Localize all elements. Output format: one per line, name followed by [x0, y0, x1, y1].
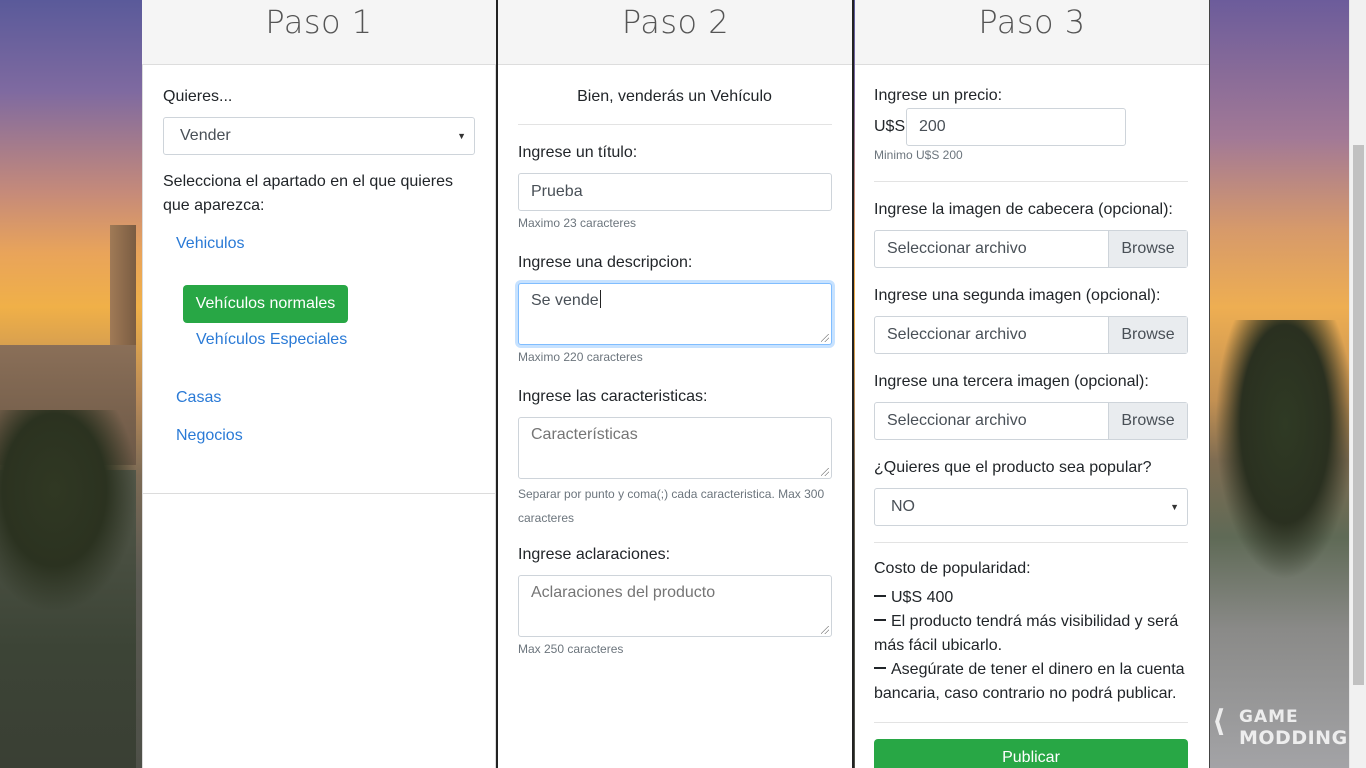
chevron-down-icon: ▼	[1170, 502, 1179, 512]
divider	[518, 124, 832, 125]
image2-label: Ingrese una segunda imagen (opcional):	[874, 287, 1161, 304]
category-negocios-link[interactable]: Negocios	[176, 427, 243, 445]
step1-header: Paso 1	[142, 0, 496, 65]
file-placeholder: Seleccionar archivo	[887, 326, 1027, 343]
cost-label: Costo de popularidad:	[874, 560, 1031, 577]
category-casas-link[interactable]: Casas	[176, 389, 221, 407]
description-label: Ingrese una descripcion:	[518, 254, 693, 271]
step1-title: Paso 1	[265, 3, 373, 41]
background-building	[110, 225, 136, 425]
watermark-text: GAME	[1239, 707, 1299, 727]
title-label: Ingrese un título:	[518, 144, 638, 161]
background-tree	[0, 410, 136, 610]
panel-divider	[142, 493, 496, 494]
features-textarea[interactable]: Características	[518, 417, 832, 479]
publish-button[interactable]: Publicar	[874, 739, 1188, 768]
dash-icon	[874, 595, 886, 597]
image2-file-input[interactable]: Seleccionar archivo Browse	[874, 316, 1188, 354]
browse-button[interactable]: Browse	[1108, 231, 1187, 267]
browse-button[interactable]: Browse	[1108, 403, 1187, 439]
notes-textarea[interactable]: Aclaraciones del producto	[518, 575, 832, 637]
divider	[874, 722, 1188, 723]
notes-label: Ingrese aclaraciones:	[518, 546, 671, 563]
scrollbar[interactable]	[1349, 0, 1366, 768]
background-ground	[0, 470, 136, 768]
scrollbar-thumb[interactable]	[1353, 145, 1364, 685]
step1-panel: Paso 1 Quieres... Vender ▼ Selecciona el…	[136, 0, 496, 768]
cost-line-warning: Asegúrate de tener el dinero en la cuent…	[874, 661, 1185, 702]
image1-label: Ingrese la imagen de cabecera (opcional)…	[874, 201, 1173, 218]
category-vehiculos-link[interactable]: Vehiculos	[176, 235, 245, 253]
description-textarea[interactable]: Se vende	[518, 283, 832, 345]
title-input[interactable]: Prueba	[518, 173, 832, 211]
price-label: Ingrese un precio:	[874, 87, 1003, 104]
divider	[874, 542, 1188, 543]
step3-header: Paso 3	[855, 0, 1209, 65]
category-vehiculos-especiales-link[interactable]: Vehículos Especiales	[196, 331, 347, 349]
description-value: Se vende	[531, 292, 599, 309]
price-input[interactable]: 200	[906, 108, 1126, 146]
watermark-text: MODDING	[1239, 727, 1348, 749]
section-instruction: Selecciona el apartado en el que quieres…	[163, 173, 453, 214]
description-help: Maximo 220 caracteres	[518, 350, 643, 364]
step2-panel: Paso 2 Bien, venderás un Vehículo Ingres…	[498, 0, 853, 768]
popular-select-value: NO	[891, 498, 915, 515]
file-placeholder: Seleccionar archivo	[887, 412, 1027, 429]
features-label: Ingrese las caracteristicas:	[518, 388, 708, 405]
background-scene-right	[1210, 0, 1350, 768]
dash-icon	[874, 619, 886, 621]
column-divider	[852, 0, 854, 768]
want-select[interactable]: Vender ▼	[163, 117, 475, 155]
popular-select[interactable]: NO ▼	[874, 488, 1188, 526]
price-help: Minimo U$S 200	[874, 148, 963, 162]
notes-help: Max 250 caracteres	[518, 642, 624, 656]
step2-title: Paso 2	[621, 3, 730, 41]
step3-panel: Paso 3 Ingrese un precio: U$S 200 Minimo…	[855, 0, 1210, 768]
step2-header: Paso 2	[498, 0, 853, 65]
step3-title: Paso 3	[978, 3, 1086, 41]
currency-label: U$S	[874, 118, 906, 135]
watermark-mark-icon: ⟨	[1212, 704, 1226, 739]
step2-intro: Bien, venderás un Vehículo	[577, 88, 772, 105]
browse-button[interactable]: Browse	[1108, 317, 1187, 353]
cost-line-price: U$S 400	[874, 586, 1188, 610]
resize-handle-icon[interactable]	[821, 626, 829, 634]
dash-icon	[874, 667, 886, 669]
image3-label: Ingrese una tercera imagen (opcional):	[874, 373, 1149, 390]
image3-file-input[interactable]: Seleccionar archivo Browse	[874, 402, 1188, 440]
title-help: Maximo 23 caracteres	[518, 216, 637, 230]
features-placeholder: Características	[531, 426, 638, 443]
image1-file-input[interactable]: Seleccionar archivo Browse	[874, 230, 1188, 268]
background-tree	[1215, 320, 1355, 580]
popular-label: ¿Quieres que el producto sea popular?	[874, 459, 1152, 476]
divider	[874, 181, 1188, 182]
file-placeholder: Seleccionar archivo	[887, 240, 1027, 257]
chevron-down-icon: ▼	[457, 131, 466, 141]
resize-handle-icon[interactable]	[821, 334, 829, 342]
cost-line-visibility: El producto tendrá más visibilidad y ser…	[874, 613, 1179, 654]
category-vehiculos-normales-button[interactable]: Vehículos normales	[183, 285, 348, 323]
want-label: Quieres...	[163, 88, 233, 105]
resize-handle-icon[interactable]	[821, 468, 829, 476]
watermark-logo: ⟨ GAME MODDING	[1212, 705, 1352, 751]
notes-placeholder: Aclaraciones del producto	[531, 584, 716, 601]
want-select-value: Vender	[180, 127, 231, 144]
features-help: Separar por punto y coma(;) cada caracte…	[518, 487, 825, 525]
background-building	[0, 345, 136, 465]
text-cursor	[599, 290, 601, 308]
